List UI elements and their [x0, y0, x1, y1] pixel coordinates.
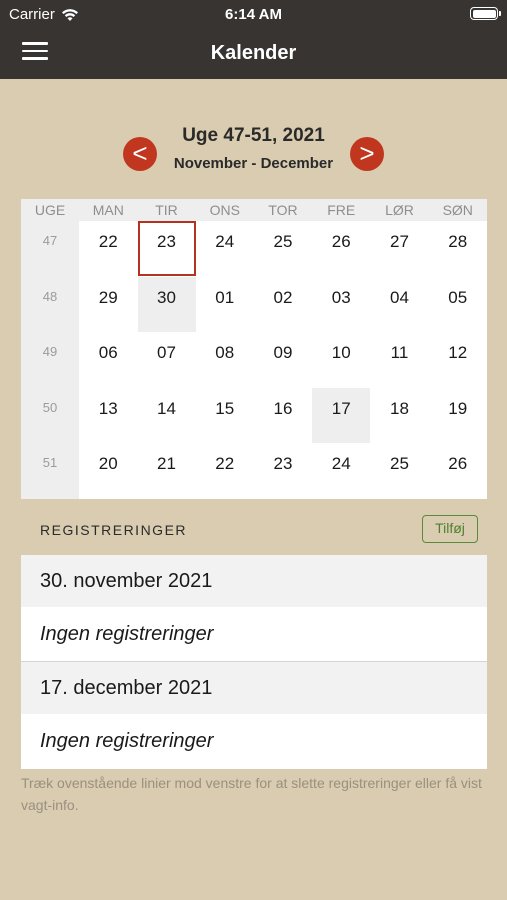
calendar-day[interactable]: 24: [196, 221, 254, 276]
calendar-day[interactable]: 19: [429, 388, 487, 443]
calendar-day[interactable]: 04: [371, 277, 429, 332]
registrations-section-header: REGISTRERINGER Tilføj: [0, 512, 507, 548]
calendar-day[interactable]: 01: [196, 277, 254, 332]
column-header-uge: UGE: [34, 202, 66, 218]
month-range-label: November - December: [173, 155, 334, 172]
column-header-ons: ONS: [209, 202, 240, 218]
calendar-day[interactable]: 15: [196, 388, 254, 443]
calendar-day[interactable]: 18: [371, 388, 429, 443]
calendar-day[interactable]: 02: [254, 277, 312, 332]
calendar-header-row: UGE MAN TIR ONS TOR FRE LØR SØN: [21, 199, 487, 221]
status-bar: Carrier 6:14 AM: [0, 0, 507, 28]
week-number: 47: [42, 233, 58, 248]
calendar-day[interactable]: 25: [371, 443, 429, 498]
calendar-day[interactable]: 09: [254, 332, 312, 387]
calendar-day[interactable]: 21: [138, 443, 196, 498]
registrations-heading: REGISTRERINGER: [40, 522, 188, 538]
week-range-label: Uge 47-51, 2021: [182, 125, 325, 146]
registration-empty-row[interactable]: Ingen registreringer: [21, 607, 487, 661]
column-header-man: MAN: [92, 202, 124, 218]
calendar-day[interactable]: 29: [79, 277, 137, 332]
column-header-fre: FRE: [327, 202, 356, 218]
registration-date-row[interactable]: 17. december 2021: [21, 662, 487, 714]
calendar-day[interactable]: 22: [79, 221, 137, 276]
calendar-day[interactable]: 11: [371, 332, 429, 387]
status-time: 6:14 AM: [225, 6, 282, 23]
registration-empty-row[interactable]: Ingen registreringer: [21, 714, 487, 768]
calendar-day[interactable]: 13: [79, 388, 137, 443]
calendar-day[interactable]: 08: [196, 332, 254, 387]
calendar-day[interactable]: 05: [429, 277, 487, 332]
calendar-grid: UGE MAN TIR ONS TOR FRE LØR SØN 47 22 23 24 25 26 27 2…: [21, 199, 487, 499]
calendar-day[interactable]: 03: [312, 277, 370, 332]
navigation-bar: Kalender: [0, 28, 507, 79]
calendar-day[interactable]: 17: [312, 387, 371, 443]
week-number: 51: [42, 455, 58, 471]
calendar-day[interactable]: 26: [429, 443, 487, 498]
add-registration-button[interactable]: Tilføj: [422, 515, 478, 543]
calendar-day[interactable]: 07: [138, 332, 196, 387]
swipe-hint-text: Træk ovenstående linier mod venstre for …: [21, 775, 482, 813]
battery-icon: [470, 7, 501, 20]
calendar-day[interactable]: 28: [429, 221, 487, 276]
page-title: Kalender: [210, 42, 297, 64]
week-number: 49: [42, 344, 58, 360]
week-header: < Uge 47-51, 2021 November - December >: [0, 120, 507, 180]
calendar-day[interactable]: 10: [312, 332, 370, 387]
calendar-day[interactable]: 25: [254, 221, 312, 276]
calendar-day[interactable]: 12: [429, 332, 487, 387]
registrations-list: 30. november 2021 Ingen registreringer 1…: [21, 555, 487, 769]
calendar-day[interactable]: 14: [138, 388, 196, 443]
calendar-day[interactable]: 30: [137, 276, 196, 332]
week-number: 50: [42, 399, 58, 415]
calendar-day[interactable]: 20: [79, 443, 137, 498]
calendar-day[interactable]: 16: [254, 388, 312, 443]
calendar-day-selected[interactable]: 23: [137, 221, 196, 276]
week-number: 48: [42, 288, 58, 304]
calendar-day[interactable]: 22: [196, 443, 254, 498]
calendar-day[interactable]: 24: [312, 443, 370, 498]
registration-date-row[interactable]: 30. november 2021: [21, 555, 487, 607]
next-weeks-button[interactable]: >: [350, 137, 384, 171]
column-header-tor: TOR: [268, 202, 298, 218]
calendar-day[interactable]: 06: [79, 332, 137, 387]
calendar-day[interactable]: 23: [254, 443, 312, 498]
column-header-lør: LØR: [385, 202, 414, 218]
column-header-tir: TIR: [155, 202, 178, 218]
calendar-day[interactable]: 26: [312, 221, 370, 276]
column-header-søn: SØN: [442, 202, 473, 218]
calendar-day[interactable]: 27: [371, 221, 429, 276]
